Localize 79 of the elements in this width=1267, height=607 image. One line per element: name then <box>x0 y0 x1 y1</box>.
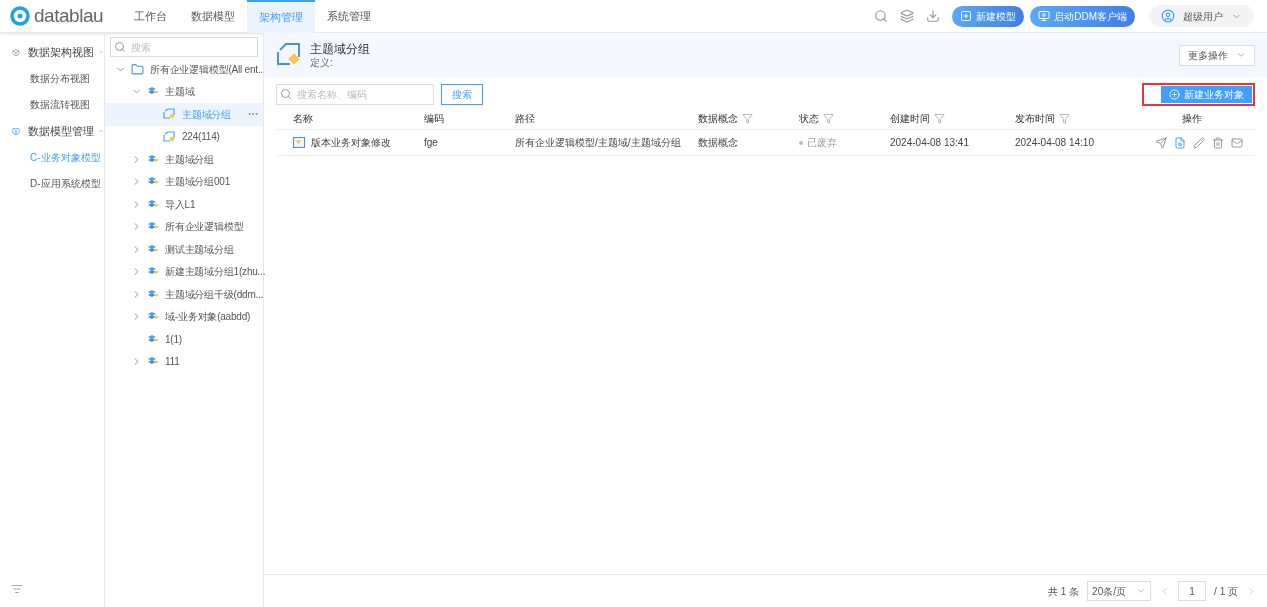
column-header: 操作 <box>1181 111 1202 126</box>
tree-item[interactable]: 域-业务对象(aabdd) <box>105 305 263 328</box>
delete-icon[interactable] <box>1212 136 1224 149</box>
filter-icon[interactable] <box>823 112 834 124</box>
view-icon[interactable] <box>1174 136 1186 149</box>
sidebar-item[interactable]: 数据流转视图 <box>0 91 104 118</box>
column-header: 状态 <box>799 111 819 126</box>
table-cell: 所有企业逻辑模型/主题域/主题域分组 <box>515 137 681 148</box>
domain-icon <box>147 153 159 165</box>
detail-title: 主题域分组 <box>310 41 370 57</box>
nav-tab[interactable]: 数据模型 <box>179 0 247 33</box>
column-header: 数据概念 <box>698 111 738 126</box>
more-actions-button[interactable]: 更多操作 <box>1179 44 1255 66</box>
tree-item[interactable]: 111 <box>105 350 263 373</box>
search-icon[interactable] <box>874 9 889 23</box>
group-icon <box>163 130 176 143</box>
definition-label: 定义: <box>310 56 334 69</box>
sidebar-item[interactable]: 数据分布视图 <box>0 65 104 92</box>
tree-item[interactable]: 1(1) <box>105 328 263 351</box>
column-header: 名称 <box>293 111 313 126</box>
tree-item[interactable]: 新建主题域分组1(zhu... <box>105 260 263 283</box>
tree-search-field[interactable]: 搜索 <box>110 37 258 57</box>
nav-tab[interactable]: 系统管理 <box>315 0 383 33</box>
send-icon[interactable] <box>1155 136 1167 149</box>
tree-item[interactable]: 测试主题域分组 <box>105 238 263 261</box>
chevron-down-icon <box>1136 586 1147 596</box>
column-header: 创建时间 <box>890 111 930 126</box>
table-cell: 数据概念 <box>698 137 738 148</box>
domain-icon <box>147 288 159 300</box>
logo-text: datablau <box>34 3 104 28</box>
table-cell: 2024-04-08 13:41 <box>890 137 969 148</box>
page-field[interactable]: 1 <box>1178 581 1207 601</box>
tree-item[interactable]: 主题域 <box>105 80 263 103</box>
sidebar-item[interactable]: D-应用系统模型 <box>0 170 104 197</box>
monitor-icon <box>1038 10 1051 22</box>
filter-icon[interactable] <box>934 112 945 124</box>
table-cell: fge <box>424 137 438 148</box>
collapse-icon[interactable] <box>11 583 23 595</box>
layers-icon[interactable] <box>900 9 915 23</box>
domain-icon <box>147 198 159 210</box>
table-cell-text: 已废弃 <box>807 136 837 150</box>
tree-item[interactable]: 主题域分组 <box>105 148 263 171</box>
search-icon <box>114 41 126 53</box>
filter-icon[interactable] <box>1059 112 1070 124</box>
tree-item[interactable]: 主题域分组001 <box>105 170 263 193</box>
page-size-select[interactable]: 20条/页 <box>1087 581 1152 601</box>
object-icon <box>293 137 305 148</box>
nav-tab[interactable]: 工作台 <box>122 0 179 33</box>
user-icon <box>1161 9 1175 23</box>
column-header: 发布时间 <box>1015 111 1055 126</box>
tree-item[interactable]: 224(114) <box>105 125 263 148</box>
mail-icon[interactable] <box>1231 136 1243 149</box>
group-icon <box>276 42 302 68</box>
sidebar-section[interactable]: 数据模型管理 <box>0 118 104 144</box>
domain-icon <box>147 243 159 255</box>
download-icon[interactable] <box>926 9 941 23</box>
page-count: / 1 页 <box>1214 584 1238 599</box>
edit-icon[interactable] <box>1193 136 1205 149</box>
column-header: 路径 <box>515 111 535 126</box>
chevron-down-icon <box>1236 50 1246 60</box>
search-field[interactable]: 搜索名称、编码 <box>276 83 434 105</box>
logo-icon <box>10 6 30 26</box>
table-cell-text: 版本业务对象修改 <box>311 136 391 150</box>
add-file-icon <box>960 10 973 22</box>
sidebar-section[interactable]: 数据架构视图 <box>0 39 104 65</box>
column-header: 编码 <box>424 111 444 126</box>
domain-icon <box>147 333 159 345</box>
total-count: 共 1 条 <box>1047 584 1080 599</box>
search-icon <box>280 87 292 100</box>
tree-item[interactable]: 主题域分组千级(ddm... <box>105 283 263 306</box>
plus-icon <box>1169 88 1180 100</box>
folder-icon <box>131 62 144 76</box>
group-icon <box>163 108 176 121</box>
tree-item[interactable]: 所有企业逻辑模型 <box>105 215 263 238</box>
tree-item[interactable]: 所有企业逻辑模型(All ent... <box>105 58 263 81</box>
tree-item[interactable]: 导入L1 <box>105 193 263 216</box>
table-cell: 2024-04-08 14:10 <box>1015 137 1094 148</box>
filter-icon[interactable] <box>742 112 753 124</box>
user-menu[interactable]: 超级用户 <box>1149 5 1254 27</box>
